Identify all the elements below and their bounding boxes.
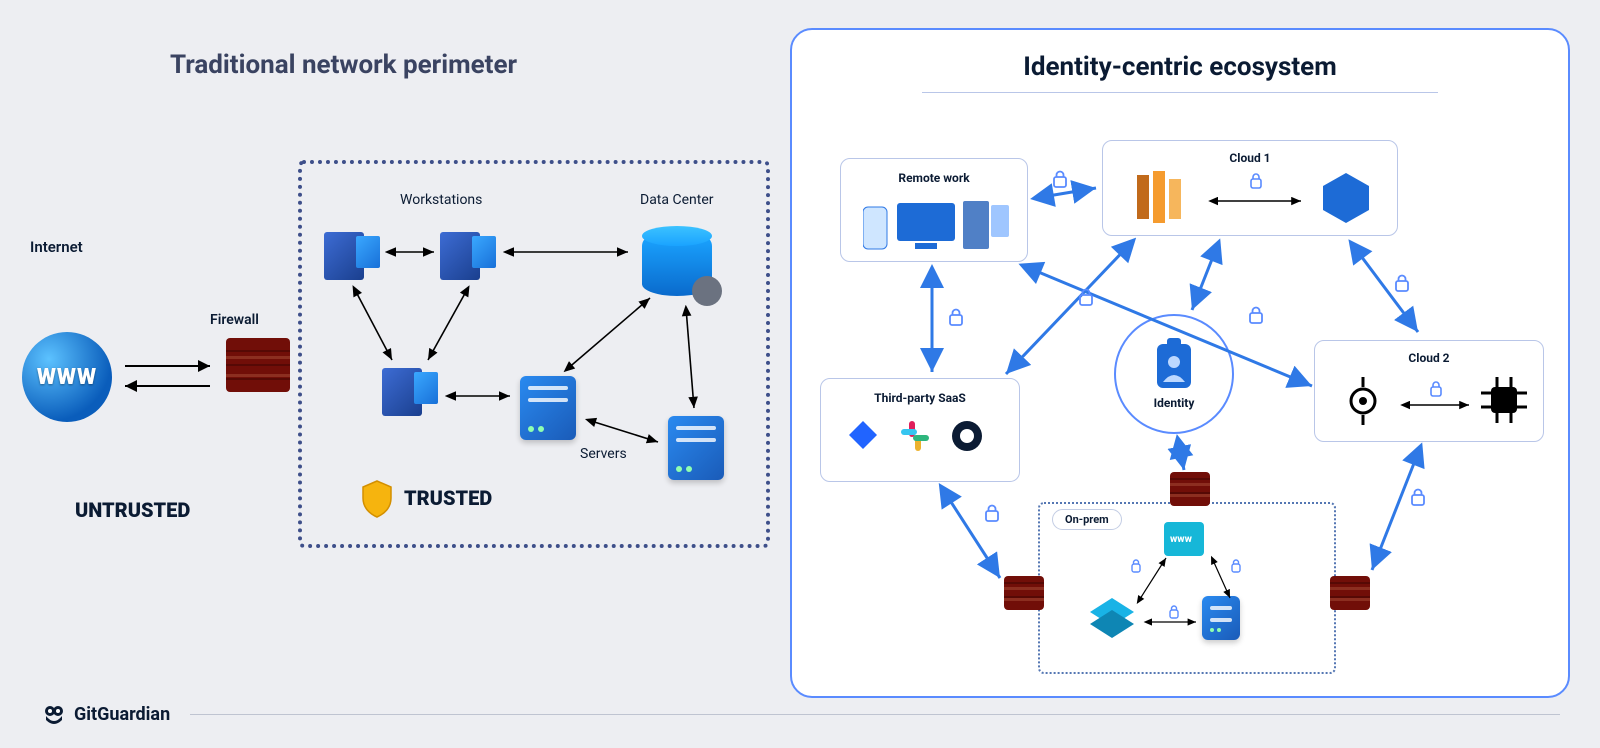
- brand-text: GitGuardian: [74, 704, 170, 725]
- globe-www-text: WWW: [37, 365, 97, 390]
- lock-icon: [984, 504, 1000, 526]
- internet-firewall-arrows: [120, 356, 220, 406]
- lock-icon: [1410, 488, 1426, 510]
- footer-divider: [190, 714, 1560, 715]
- firewall-label: Firewall: [210, 312, 259, 328]
- identity-panel: Identity-centric ecosystem Remote work C…: [790, 28, 1570, 698]
- left-title: Traditional network perimeter: [170, 50, 517, 80]
- identity-connectors: [792, 30, 1572, 700]
- owl-icon: [42, 702, 66, 726]
- lock-icon: [1248, 306, 1264, 328]
- globe-icon: WWW: [22, 332, 112, 422]
- lock-icon: [948, 308, 964, 330]
- lock-icon: [1394, 274, 1410, 296]
- lock-icon: [1052, 170, 1068, 192]
- internet-label: Internet: [30, 238, 83, 256]
- brand: GitGuardian: [42, 702, 170, 726]
- internal-connectors: [298, 160, 770, 548]
- untrusted-label: UNTRUSTED: [75, 498, 190, 522]
- firewall-icon: [226, 338, 290, 392]
- lock-icon: [1078, 288, 1094, 310]
